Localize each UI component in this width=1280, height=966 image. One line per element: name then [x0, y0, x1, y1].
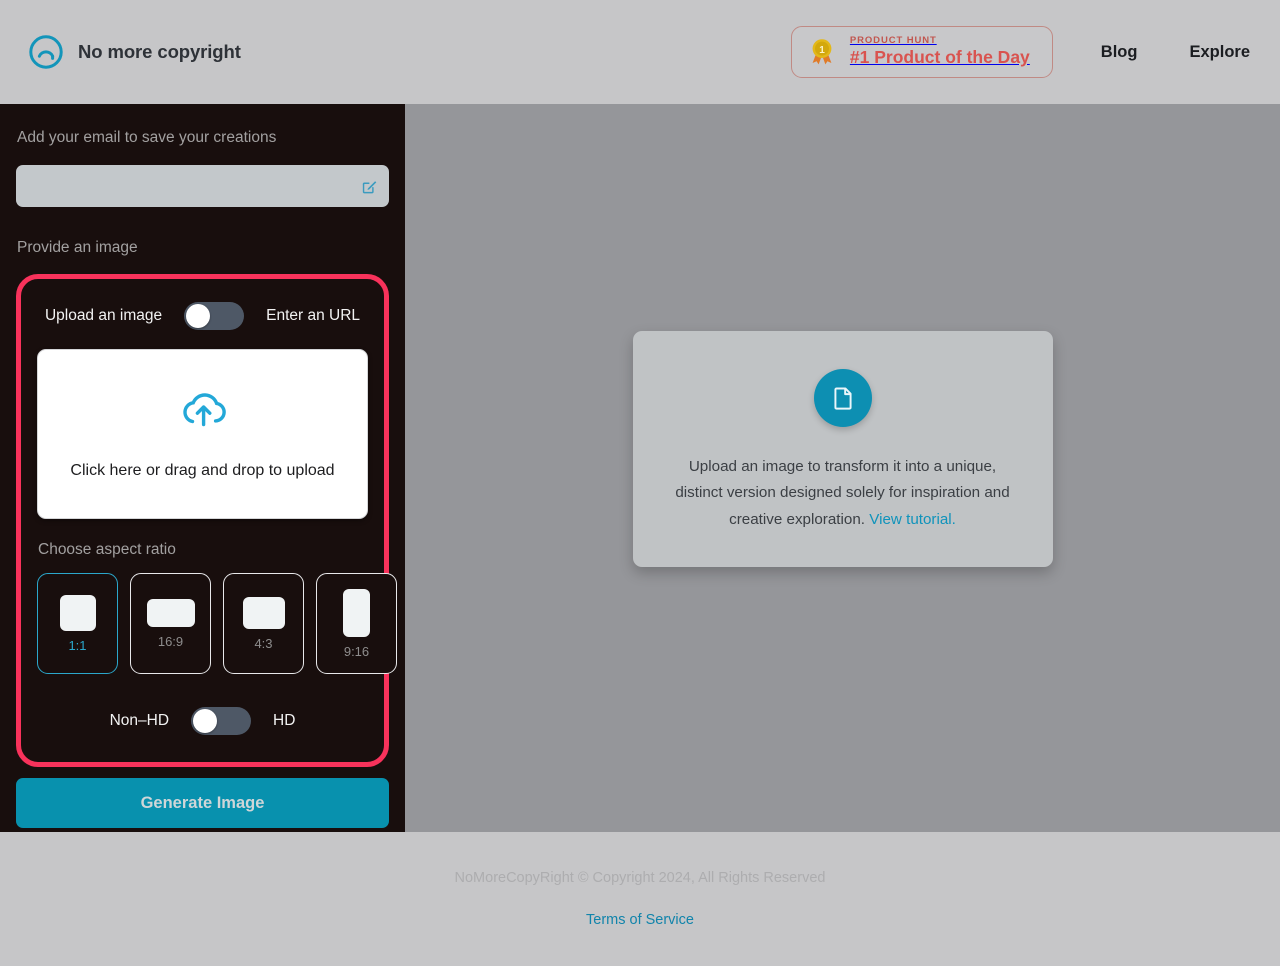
document-file-icon-badge [813, 369, 872, 428]
quality-toggle-knob [193, 709, 218, 734]
generate-image-button[interactable]: Generate Image [16, 778, 389, 829]
image-source-panel: Upload an image Enter an URL Click here … [16, 274, 397, 768]
quality-toggle-left-label: Non–HD [109, 712, 170, 730]
ratio-label-4-3: 4:3 [254, 636, 273, 652]
email-field[interactable] [16, 165, 389, 208]
app-root: No more copyright 1 PRODUCT HUNT #1 Prod… [0, 0, 1280, 966]
aspect-ratio-option-9-16[interactable]: 9:16 [316, 573, 397, 675]
site-header: No more copyright 1 PRODUCT HUNT #1 Prod… [0, 0, 1280, 104]
ratio-label-9-16: 9:16 [343, 644, 370, 660]
body-row: Add your email to save your creations Pr… [0, 104, 1280, 832]
sidebar: Add your email to save your creations Pr… [0, 104, 405, 832]
ratio-shape-4-3 [242, 597, 285, 630]
source-toggle-row: Upload an image Enter an URL [37, 295, 368, 339]
nav-link-blog[interactable]: Blog [1101, 43, 1138, 62]
ratio-shape-9-16 [343, 589, 370, 638]
product-hunt-badge[interactable]: 1 PRODUCT HUNT #1 Product of the Day [790, 25, 1053, 79]
view-tutorial-link[interactable]: View tutorial. [869, 511, 956, 528]
aspect-ratio-label: Choose aspect ratio [38, 541, 176, 559]
email-section-label: Add your email to save your creations [17, 129, 277, 146]
source-toggle-switch[interactable] [184, 302, 245, 331]
brand[interactable]: No more copyright [28, 34, 241, 70]
footer-copyright: NoMoreCopyRight © Copyright 2024, All Ri… [454, 870, 826, 886]
quality-toggle-right-label: HD [273, 712, 296, 730]
brand-name: No more copyright [78, 41, 241, 62]
svg-text:1: 1 [819, 45, 825, 56]
ratio-label-16-9: 16:9 [157, 634, 184, 650]
aspect-ratio-options: 1:1 16:9 4:3 9:16 [37, 573, 397, 675]
ratio-label-1-1: 1:1 [68, 638, 87, 654]
gold-medal-icon: 1 [807, 37, 837, 67]
main-nav: Blog Explore [1101, 43, 1250, 62]
edit-pencil-square-icon[interactable] [361, 178, 378, 195]
nav-link-explore[interactable]: Explore [1189, 43, 1250, 62]
source-toggle-knob [186, 304, 211, 329]
source-toggle-left-label: Upload an image [44, 307, 163, 325]
product-hunt-kicker: PRODUCT HUNT [849, 34, 937, 46]
upload-dropzone[interactable]: Click here or drag and drop to upload [37, 349, 368, 520]
terms-of-service-link[interactable]: Terms of Service [586, 912, 694, 928]
ratio-shape-1-1 [59, 595, 96, 632]
cloud-upload-icon [177, 388, 229, 430]
aspect-ratio-option-16-9[interactable]: 16:9 [130, 573, 211, 675]
quality-toggle-switch[interactable] [191, 707, 252, 736]
upload-info-text: Upload an image to transform it into a u… [667, 454, 1019, 532]
upload-info-body: Upload an image to transform it into a u… [675, 458, 1010, 528]
site-footer: NoMoreCopyRight © Copyright 2024, All Ri… [0, 832, 1280, 966]
upload-info-card: Upload an image to transform it into a u… [632, 331, 1053, 567]
aspect-ratio-option-4-3[interactable]: 4:3 [223, 573, 304, 675]
quality-toggle-row: Non–HD HD [37, 700, 368, 744]
product-hunt-title: #1 Product of the Day [849, 47, 1030, 68]
product-hunt-texts: PRODUCT HUNT #1 Product of the Day [849, 34, 1030, 69]
source-toggle-right-label: Enter an URL [266, 307, 361, 325]
aspect-ratio-option-1-1[interactable]: 1:1 [37, 573, 118, 675]
provide-image-label: Provide an image [17, 239, 138, 257]
main-content: Upload an image to transform it into a u… [405, 104, 1280, 832]
document-file-icon [830, 385, 856, 411]
circle-arc-logo-icon [28, 34, 64, 70]
dropzone-text: Click here or drag and drop to upload [70, 462, 335, 480]
ratio-shape-16-9 [146, 599, 195, 628]
